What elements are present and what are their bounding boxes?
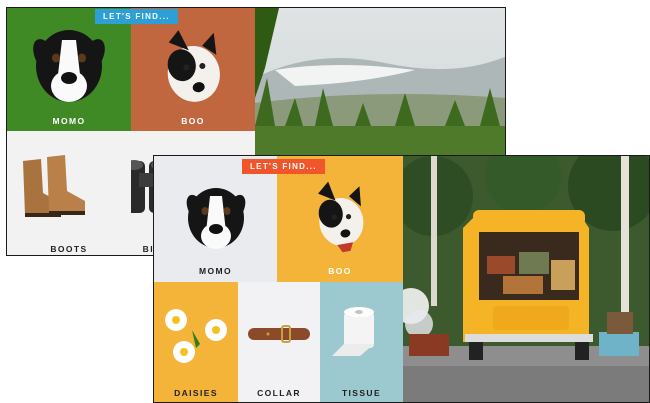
dog-head-tilted-icon: [167, 30, 220, 102]
tile-label: BOO: [328, 266, 352, 276]
tile-boo[interactable]: BOO: [277, 156, 403, 282]
dog-face-icon: [33, 30, 105, 102]
tile-label: MOMO: [52, 116, 86, 126]
tile-label: BOO: [181, 116, 205, 126]
lets-find-badge: LET'S FIND...: [242, 159, 325, 174]
tile-tissue[interactable]: TISSUE: [320, 282, 403, 402]
tile-label: DAISIES: [174, 388, 218, 398]
lets-find-badge: LET'S FIND...: [95, 9, 178, 24]
tile-label: COLLAR: [257, 388, 301, 398]
tile-boots[interactable]: BOOTS: [7, 131, 131, 255]
tile-momo[interactable]: MOMO: [154, 156, 277, 282]
yellow-van-image: [403, 156, 649, 402]
collar-icon: [248, 325, 310, 343]
boots-icon: [23, 155, 85, 217]
daisies-icon: [165, 309, 227, 363]
tile-momo[interactable]: MOMO: [7, 8, 131, 131]
tile-collar[interactable]: COLLAR: [238, 282, 320, 402]
tile-label: TISSUE: [341, 388, 382, 398]
tissue-roll-icon: [332, 307, 374, 356]
front-game-card: MOMO BOO DAISIES COLLAR TISSUE LET'S FIN…: [153, 155, 650, 403]
tile-boo[interactable]: BOO: [131, 8, 255, 131]
tile-label: BOOTS: [50, 244, 88, 254]
tile-label: MOMO: [199, 266, 232, 276]
tile-daisies[interactable]: DAISIES: [154, 282, 238, 402]
